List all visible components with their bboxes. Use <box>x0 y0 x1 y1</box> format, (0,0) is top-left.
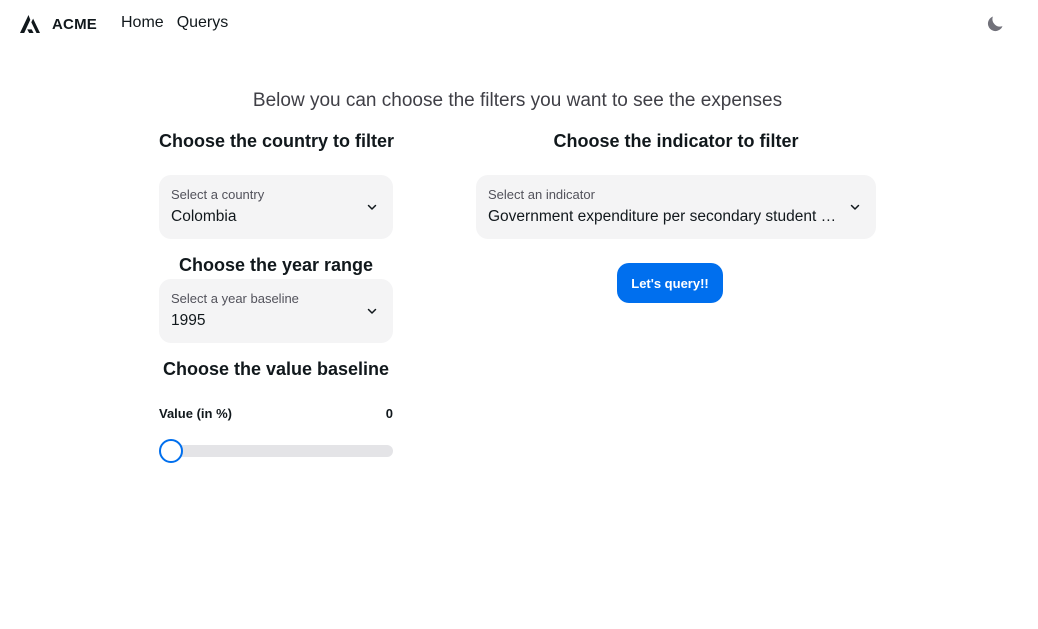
nav-link-querys[interactable]: Querys <box>177 14 229 32</box>
query-button[interactable]: Let's query!! <box>617 263 723 303</box>
slider-value: 0 <box>385 406 393 421</box>
indicator-select-value: Government expenditure per secondary stu… <box>488 208 840 225</box>
year-select[interactable]: Select a year baseline 1995 <box>159 279 393 343</box>
moon-icon <box>985 14 1005 34</box>
indicator-select[interactable]: Select an indicator Government expenditu… <box>476 175 876 239</box>
year-select-value: 1995 <box>171 312 206 329</box>
slider-track[interactable] <box>159 445 393 457</box>
indicator-select-label: Select an indicator <box>488 187 595 202</box>
country-select-value: Colombia <box>171 208 237 225</box>
chevron-down-icon <box>366 305 378 317</box>
theme-toggle-button[interactable] <box>985 14 1005 34</box>
chevron-down-icon <box>849 201 861 213</box>
acme-logo-icon <box>20 15 40 33</box>
nav-links: Home Querys <box>121 14 228 32</box>
value-section-title: Choose the value baseline <box>162 359 390 379</box>
nav-link-home[interactable]: Home <box>121 14 164 32</box>
country-select[interactable]: Select a country Colombia <box>159 175 393 239</box>
navbar: ACME Home Querys <box>0 0 1038 48</box>
page-headline: Below you can choose the filters you wan… <box>252 90 783 111</box>
country-section-title: Choose the country to filter <box>159 131 395 151</box>
year-select-label: Select a year baseline <box>171 291 299 306</box>
indicator-section-title: Choose the indicator to filter <box>553 131 799 151</box>
year-section-title: Choose the year range <box>178 255 374 275</box>
slider-thumb[interactable] <box>159 439 183 463</box>
brand-name: ACME <box>52 15 97 33</box>
country-select-label: Select a country <box>171 187 265 202</box>
chevron-down-icon <box>366 201 378 213</box>
brand[interactable]: ACME <box>20 14 97 34</box>
slider-label: Value (in %) <box>159 406 232 421</box>
